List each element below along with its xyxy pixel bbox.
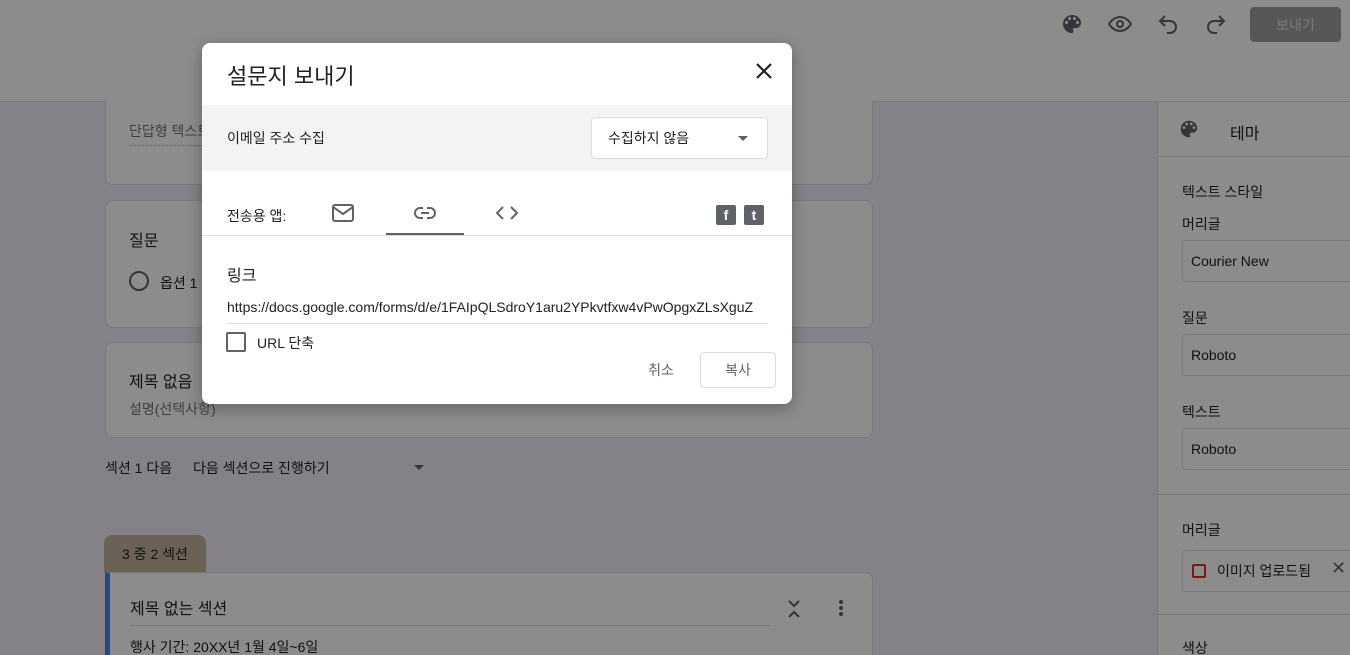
cancel-button[interactable]: 취소 [630,352,692,388]
shorten-url-label: URL 단축 [257,335,315,351]
facebook-icon[interactable]: f [716,205,736,225]
link-url-field[interactable]: https://docs.google.com/forms/d/e/1FAIpQ… [227,299,768,324]
dialog-title: 설문지 보내기 [227,64,355,89]
tab-embed[interactable] [468,191,546,235]
email-collection-row: 이메일 주소 수집 수집하지 않음 [202,105,792,171]
code-icon [496,206,518,220]
link-heading: 링크 [227,268,257,285]
copy-button[interactable]: 복사 [700,352,776,388]
email-collection-label: 이메일 주소 수집 [227,130,325,146]
email-collection-value: 수집하지 않음 [608,130,690,146]
email-collection-select[interactable]: 수집하지 않음 [591,117,768,159]
shorten-url-checkbox[interactable] [226,332,246,352]
tab-email[interactable] [304,191,382,235]
send-form-dialog: 설문지 보내기 이메일 주소 수집 수집하지 않음 전송용 앱: f t 링크 … [202,43,792,404]
send-via-label: 전송용 앱: [227,208,287,224]
link-icon [414,207,436,219]
divider [202,235,792,236]
tab-link[interactable] [386,191,464,236]
close-icon[interactable] [752,59,776,83]
chevron-down-icon [738,136,748,141]
mail-icon [332,204,354,222]
twitter-icon[interactable]: t [744,205,764,225]
